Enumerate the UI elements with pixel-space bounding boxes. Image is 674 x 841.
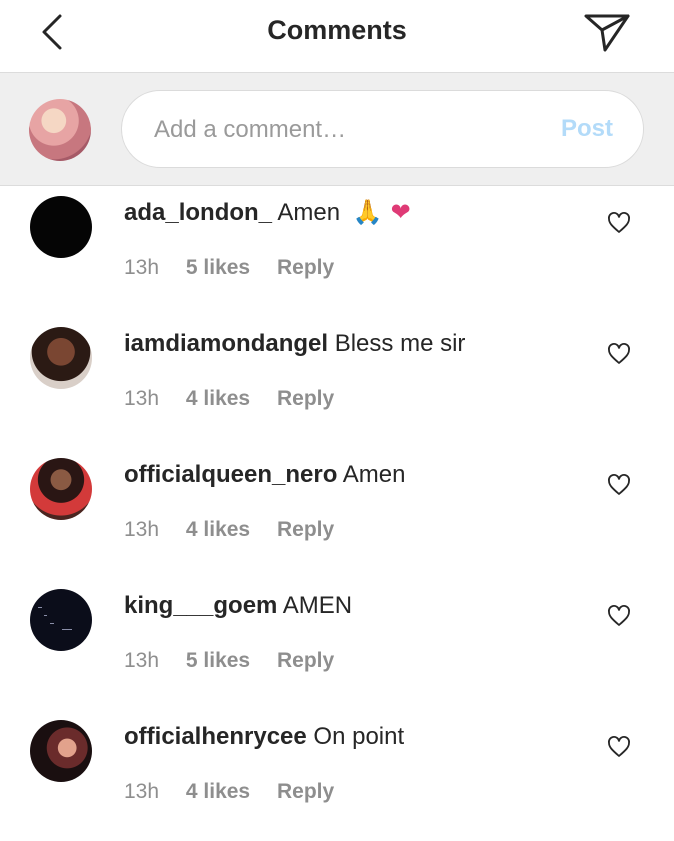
comment-text: iamdiamondangel Bless me sir <box>124 329 584 359</box>
comment-input-container[interactable]: Post <box>121 90 644 168</box>
comment-meta: 13h 4 likes Reply <box>124 780 355 804</box>
username[interactable]: iamdiamondangel <box>124 330 328 357</box>
reply-button[interactable]: Reply <box>277 518 334 541</box>
top-bar: Comments <box>0 0 674 72</box>
timestamp: 13h <box>124 518 160 541</box>
comment-meta: 13h 4 likes Reply <box>124 387 355 411</box>
comment-input[interactable] <box>152 111 536 149</box>
folded-hands-emoji: 🙏 <box>352 199 383 226</box>
comment-text: king___goem AMEN <box>124 591 584 621</box>
reply-button[interactable]: Reply <box>277 387 334 410</box>
username[interactable]: king___goem <box>124 592 277 619</box>
my-avatar <box>29 99 91 161</box>
comment-item: officialhenrycee On point 13h 4 likes Re… <box>0 710 674 841</box>
heart-icon[interactable] <box>607 473 631 497</box>
comment-item: king___goem AMEN 13h 5 likes Reply <box>0 579 674 710</box>
username[interactable]: ada_london_ <box>124 199 272 226</box>
heart-emoji: ❤ <box>390 199 411 226</box>
reply-button[interactable]: Reply <box>277 256 334 279</box>
username[interactable]: officialhenrycee <box>124 723 307 750</box>
post-button[interactable]: Post <box>561 115 613 143</box>
avatar-text-graphic <box>38 607 72 630</box>
likes-count[interactable]: 5 likes <box>186 256 250 279</box>
heart-icon[interactable] <box>607 604 631 628</box>
reply-button[interactable]: Reply <box>277 780 334 803</box>
comment-text: officialqueen_nero Amen <box>124 460 584 490</box>
comment-meta: 13h 4 likes Reply <box>124 518 355 542</box>
heart-icon[interactable] <box>607 735 631 759</box>
timestamp: 13h <box>124 256 160 279</box>
username[interactable]: officialqueen_nero <box>124 461 337 488</box>
comment-body: On point <box>313 723 405 750</box>
avatar[interactable] <box>30 720 92 782</box>
reply-button[interactable]: Reply <box>277 649 334 672</box>
heart-icon[interactable] <box>607 342 631 366</box>
heart-icon[interactable] <box>607 211 631 235</box>
comment-meta: 13h 5 likes Reply <box>124 649 355 673</box>
comment-body: Amen <box>342 461 406 488</box>
comment-text: officialhenrycee On point <box>124 722 584 752</box>
timestamp: 13h <box>124 780 160 803</box>
timestamp: 13h <box>124 387 160 410</box>
avatar[interactable] <box>30 458 92 520</box>
likes-count[interactable]: 4 likes <box>186 518 250 541</box>
likes-count[interactable]: 4 likes <box>186 387 250 410</box>
comment-item: ada_london_ Amen 🙏 ❤ 13h 5 likes Reply <box>0 186 674 317</box>
avatar[interactable] <box>30 327 92 389</box>
page-title: Comments <box>267 15 407 45</box>
comment-composer: Post <box>0 72 674 186</box>
avatar[interactable] <box>30 589 92 651</box>
paper-plane-icon[interactable] <box>582 8 632 56</box>
likes-count[interactable]: 5 likes <box>186 649 250 672</box>
avatar[interactable] <box>30 196 92 258</box>
timestamp: 13h <box>124 649 160 672</box>
comment-item: iamdiamondangel Bless me sir 13h 4 likes… <box>0 317 674 448</box>
comment-body: AMEN <box>282 592 353 619</box>
comment-text: ada_london_ Amen 🙏 ❤ <box>124 198 584 228</box>
comment-body: Bless me sir <box>334 330 466 357</box>
comment-body: Amen <box>277 199 341 226</box>
comment-item: officialqueen_nero Amen 13h 4 likes Repl… <box>0 448 674 579</box>
likes-count[interactable]: 4 likes <box>186 780 250 803</box>
comment-meta: 13h 5 likes Reply <box>124 256 355 280</box>
